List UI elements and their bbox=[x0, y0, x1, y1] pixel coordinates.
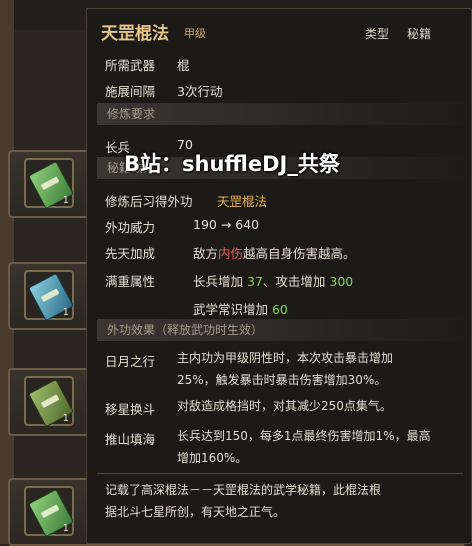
power-label: 外功威力 bbox=[105, 220, 156, 235]
effect-3-line-1: 长兵达到150，每多1点最终伤害增加1%，最高 bbox=[177, 429, 431, 443]
section-skill-effects: 外功效果（释放武功时生效） bbox=[97, 319, 465, 341]
learn-label: 修炼后习得外功 bbox=[105, 194, 193, 209]
divider bbox=[97, 473, 463, 474]
section-requirements: 修炼要求 bbox=[97, 103, 465, 125]
full-attr-row: 满重属性 长兵增加 37、攻击增加 300 bbox=[105, 271, 353, 290]
full-attr-value-1: 长兵增加 37、攻击增加 300 bbox=[193, 271, 353, 290]
full-attr-label: 满重属性 bbox=[105, 274, 156, 289]
item-quantity: 1 bbox=[62, 307, 69, 318]
interval-label: 施展间隔 bbox=[105, 84, 156, 99]
description-line-2: 据北斗七星所创，有天地之正气。 bbox=[105, 505, 286, 519]
innate-text-pre: 敌方 bbox=[193, 246, 219, 261]
innate-row: 先天加成 敌方内伤越高自身伤害越高。 bbox=[105, 243, 356, 262]
full-attr-a-label: 长兵增加 bbox=[193, 274, 247, 289]
book-slot[interactable]: 1 bbox=[24, 486, 75, 538]
item-quantity: 1 bbox=[62, 523, 69, 534]
skill-grade: 甲级 bbox=[184, 27, 206, 40]
effect-1-line-1: 主内功为甲级阴性时，本次攻击暴击增加 bbox=[177, 351, 394, 365]
effect-3-line-2: 增加160%。 bbox=[177, 451, 248, 465]
full-attr-b-label: 、攻击增加 bbox=[262, 274, 330, 289]
effect-2-label: 移星换斗 bbox=[105, 402, 156, 417]
weapon-row: 所需武器 棍 bbox=[105, 55, 190, 74]
interval-value: 3次行动 bbox=[177, 84, 223, 99]
full-attr-value-2: 武学常识增加 60 bbox=[193, 299, 288, 318]
effect-3-text: 长兵达到150，每多1点最终伤害增加1%，最高 增加160%。 bbox=[177, 425, 431, 469]
power-value: 190 → 640 bbox=[193, 217, 260, 232]
effect-1-label: 日月之行 bbox=[105, 354, 156, 369]
interval-row: 施展间隔 3次行动 bbox=[105, 81, 222, 100]
innate-text-post: 越高自身伤害越高。 bbox=[243, 246, 356, 261]
learn-value: 天罡棍法 bbox=[217, 194, 268, 209]
power-row: 外功威力 190 → 640 bbox=[105, 217, 259, 236]
weapon-value: 棍 bbox=[177, 58, 190, 73]
type-label: 类型 bbox=[365, 27, 390, 41]
innate-label: 先天加成 bbox=[105, 246, 156, 261]
item-description: 记载了高深棍法－－天罡棍法的武学秘籍，此棍法根 据北斗七星所创，有天地之正气。 bbox=[105, 479, 381, 523]
full-attr-c-label: 武学常识增加 bbox=[193, 302, 272, 317]
innate-keyword: 内伤 bbox=[218, 246, 244, 261]
learn-row: 修炼后习得外功 天罡棍法 bbox=[105, 191, 267, 210]
full-attr-b-value: 300 bbox=[329, 274, 354, 289]
full-attr-a-value: 37 bbox=[246, 274, 263, 289]
weapon-label: 所需武器 bbox=[105, 58, 156, 73]
watermark: B站：shuffleDJ_共祭 bbox=[124, 152, 340, 176]
book-slot[interactable]: 1 bbox=[24, 158, 75, 210]
description-line-1: 记载了高深棍法－－天罡棍法的武学秘籍，此棍法根 bbox=[105, 483, 382, 497]
full-attr-c-value: 60 bbox=[271, 302, 288, 317]
effect-1-line-2: 25%，触发暴击时暴击伤害增加30%。 bbox=[177, 373, 387, 387]
innate-value: 敌方内伤越高自身伤害越高。 bbox=[193, 243, 356, 262]
skill-title: 天罡棍法 bbox=[101, 24, 169, 44]
type-value: 秘籍 bbox=[407, 27, 432, 41]
effect-1-text: 主内功为甲级阴性时，本次攻击暴击增加 25%，触发暴击时暴击伤害增加30%。 bbox=[177, 347, 393, 391]
book-slot[interactable]: 1 bbox=[24, 376, 75, 428]
item-tooltip: 天罡棍法 甲级 类型 秘籍 所需武器 棍 施展间隔 3次行动 修炼要求 长兵 7… bbox=[86, 8, 472, 544]
book-slot[interactable]: 1 bbox=[24, 270, 75, 322]
item-quantity: 1 bbox=[62, 413, 69, 424]
effect-2-text: 对敌造成格挡时，对其减少250点集气。 bbox=[177, 399, 392, 413]
item-quantity: 1 bbox=[62, 195, 69, 206]
effect-3-label: 推山填海 bbox=[105, 432, 156, 447]
